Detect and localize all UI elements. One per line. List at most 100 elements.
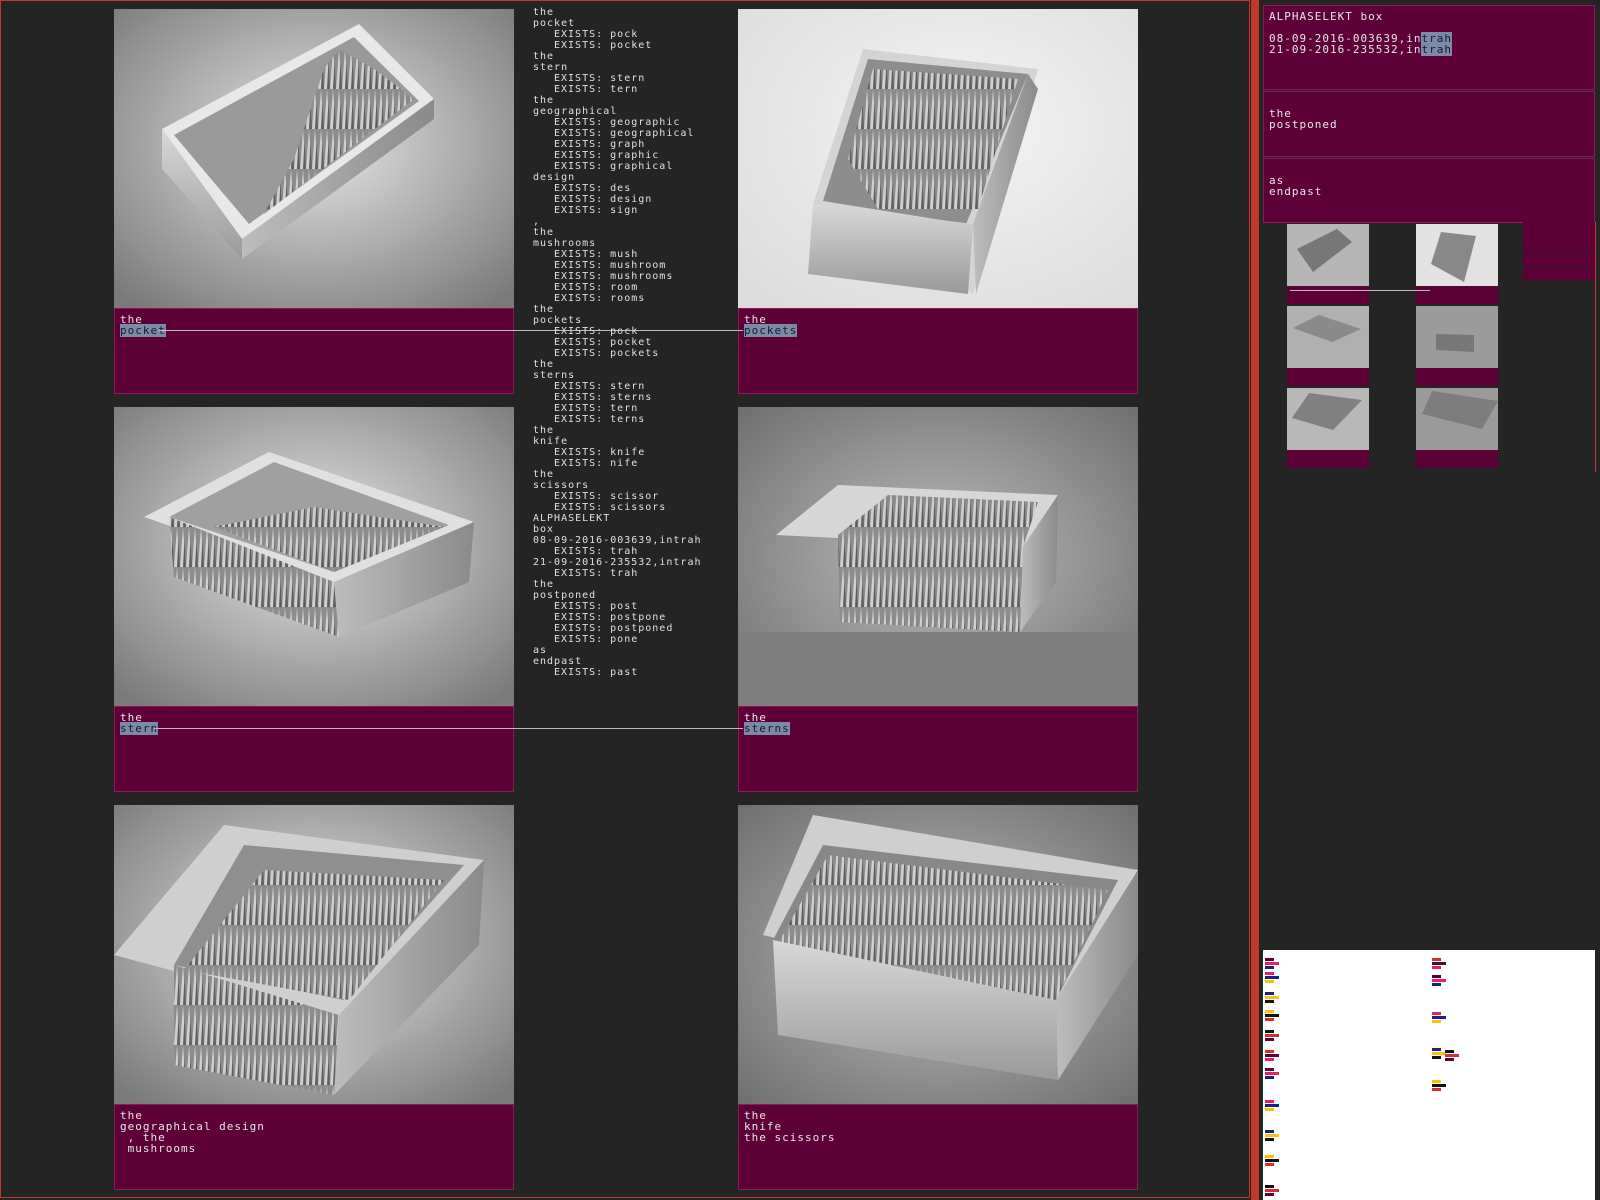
thumbnail-card[interactable] [1416,388,1498,468]
color-chip [1265,996,1279,999]
box-line: endpast [1269,185,1323,198]
postponed-box[interactable]: the postponed [1263,91,1595,157]
color-chip [1265,1108,1274,1111]
caption-box[interactable]: the geographical design , the mushrooms [114,1104,514,1190]
word-exists-entry: EXISTS: stern [554,381,646,392]
thumbnail-card[interactable] [1287,224,1369,304]
caption-box[interactable]: the stern [114,706,514,792]
caption-highlight[interactable]: sterns [744,722,790,735]
thumbnail-caption [1416,286,1498,304]
thumbnail-card[interactable] [1287,306,1369,386]
word-exists-entry: EXISTS: room [554,282,639,293]
color-chip [1445,1050,1454,1053]
mini-box [1523,267,1595,280]
render-card-knife[interactable]: the knife the scissors [738,805,1138,1190]
thumbnail-caption [1287,286,1369,304]
color-chip [1265,980,1274,983]
word-exists-entry: EXISTS: mushrooms [554,271,674,282]
word-exists-entry: EXISTS: postponed [554,623,674,634]
caption-box[interactable]: the pockets [738,308,1138,394]
color-chip [1432,1052,1446,1055]
color-chip [1432,979,1446,982]
word-exists-entry: EXISTS: nife [554,458,639,469]
color-chip [1265,1050,1274,1053]
render-card-geographical-design[interactable]: the geographical design , the mushrooms [114,805,514,1190]
color-chip [1265,1014,1279,1017]
thumbnail-card[interactable] [1287,388,1369,468]
word-exists-entry: EXISTS: graph [554,139,646,150]
word-entry: knife [533,436,569,447]
thumbnail-image [1287,306,1369,368]
caption-box[interactable]: the knife the scissors [738,1104,1138,1190]
word-entry: the [533,579,555,590]
caption-extra: the scissors [744,1131,836,1144]
endpast-box[interactable]: as endpast [1263,158,1595,223]
word-exists-entry: EXISTS: scissor [554,491,660,502]
word-exists-entry: EXISTS: sterns [554,392,653,403]
overview-area [1263,950,1595,1200]
color-chip [1265,1130,1274,1133]
thumbnail-card[interactable] [1416,224,1498,304]
color-chip [1445,1058,1454,1061]
color-chip [1432,1048,1441,1051]
color-chip [1432,1020,1441,1023]
color-chip [1432,975,1441,978]
word-exists-entry: EXISTS: sign [554,205,639,216]
color-chip [1432,962,1446,965]
color-chip [1265,1138,1274,1141]
render-card-stern[interactable]: the stern [114,407,514,792]
color-chip [1265,1076,1274,1079]
word-entry: the [533,304,555,315]
thumbnail-caption [1416,450,1498,468]
word-entry: 21-09-2016-235532,intrah [533,557,702,568]
color-chip [1265,1072,1279,1075]
thumbnail-caption [1416,368,1498,386]
box-render-image [738,9,1138,308]
box-render-image [114,407,514,706]
caption-highlight[interactable]: pockets [744,324,798,337]
word-list: the pocket EXISTS: pock EXISTS: pocket the st… [533,7,733,678]
word-entry: the [533,227,555,238]
box-line: postponed [1269,118,1338,131]
thumbnail-image [1287,388,1369,450]
word-entry: endpast [533,656,583,667]
box-render-image [738,805,1138,1104]
color-chip [1432,958,1441,961]
word-exists-entry: EXISTS: pocket [554,40,653,51]
word-entry: the [533,359,555,370]
caption-highlight[interactable]: stern [120,722,159,735]
render-card-pockets[interactable]: the pockets [738,9,1138,394]
word-exists-entry: EXISTS: mush [554,249,639,260]
word-exists-entry: EXISTS: pock [554,326,639,337]
word-exists-entry: EXISTS: tern [554,403,639,414]
word-exists-entry: EXISTS: post [554,601,639,612]
word-entry: the [533,51,555,62]
alphaselekt-box[interactable]: ALPHASELEKT box 08-09-2016-003639,intrah… [1263,5,1595,90]
word-entry: 08-09-2016-003639,intrah [533,535,702,546]
caption-box[interactable]: the pocket [114,308,514,394]
entry-text: 21-09-2016-235532,in [1269,43,1422,56]
color-chip [1432,966,1441,969]
render-card-pocket[interactable]: the pocket [114,9,514,394]
word-entry: postponed [533,590,597,601]
thumbnail-caption [1287,450,1369,468]
color-chip [1265,1104,1279,1107]
word-entry: the [533,95,555,106]
entry-highlight[interactable]: trah [1421,43,1452,56]
color-chip [1265,1054,1279,1057]
caption-box[interactable]: the sterns [738,706,1138,792]
color-chip [1265,972,1274,975]
word-entry: , [533,216,541,227]
connector-line [1290,290,1430,291]
divider-bar[interactable] [1251,0,1259,1200]
render-card-sterns[interactable]: the sterns [738,407,1138,792]
word-entry: stern [533,62,569,73]
word-entry: box [533,524,555,535]
word-exists-entry: EXISTS: past [554,667,639,678]
thumbnail-card[interactable] [1416,306,1498,386]
thumbnail-image [1287,224,1369,286]
color-chip [1265,1030,1274,1033]
color-chip [1265,1034,1279,1037]
word-exists-entry: EXISTS: postpone [554,612,667,623]
word-exists-entry: EXISTS: pocket [554,337,653,348]
